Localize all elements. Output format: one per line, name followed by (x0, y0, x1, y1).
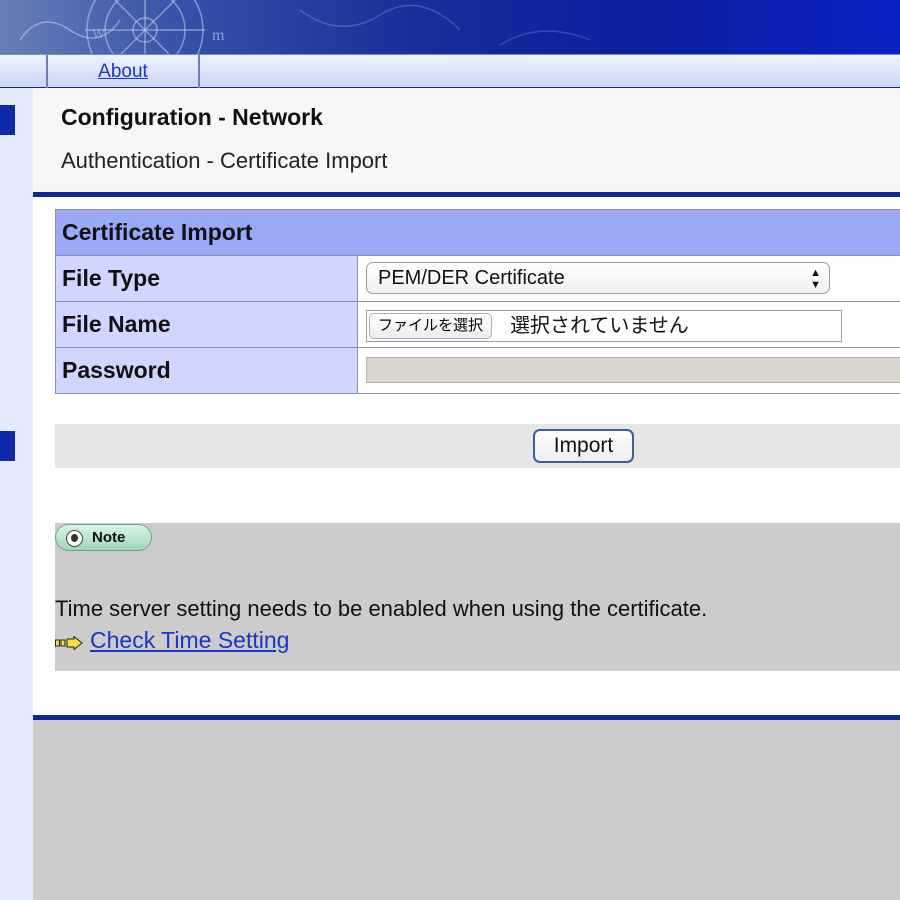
bottom-divider-rule (33, 715, 900, 720)
note-text: Time server setting needs to be enabled … (55, 596, 708, 621)
file-name-label: File Name (56, 302, 358, 347)
file-type-label: File Type (56, 256, 358, 301)
file-status-text: 選択されていません (510, 315, 689, 337)
form-row-password: Password (56, 347, 900, 393)
file-input[interactable]: ファイルを選択 選択されていません (366, 310, 842, 342)
lightbulb-icon (66, 530, 83, 547)
left-sidebar (0, 88, 33, 900)
form-row-file-type: File Type PEM/DER Certificate ▲ ▼ (56, 255, 900, 301)
file-type-select[interactable]: PEM/DER Certificate ▲ ▼ (366, 262, 830, 294)
check-time-setting-link[interactable]: Check Time Setting (90, 627, 289, 654)
main-area: Configuration - Network Authentication -… (33, 88, 900, 900)
svg-text:m: m (212, 27, 225, 44)
svg-text:W: W (92, 27, 106, 42)
password-field-cell (358, 348, 900, 393)
sidebar-marker (0, 431, 15, 461)
import-action-bar: Import (55, 424, 900, 468)
note-badge-label: Note (92, 529, 126, 546)
choose-file-button[interactable]: ファイルを選択 (369, 313, 493, 339)
password-label: Password (56, 348, 358, 393)
form-header: Certificate Import (56, 210, 900, 255)
file-name-field: ファイルを選択 選択されていません (358, 302, 900, 347)
arrow-right-icon (55, 636, 83, 650)
nav-link-about[interactable]: About (48, 55, 198, 88)
form-row-file-name: File Name ファイルを選択 選択されていません (56, 301, 900, 347)
title-area: Configuration - Network Authentication -… (33, 88, 900, 192)
note-box: Note Time server setting needs to be ena… (55, 523, 900, 671)
top-nav-bar: About (0, 54, 900, 88)
note-badge: Note (55, 524, 152, 551)
page-subtitle: Authentication - Certificate Import (61, 148, 388, 173)
updown-arrows-icon: ▲ ▼ (810, 267, 821, 291)
sidebar-marker (0, 105, 15, 135)
file-type-selected-value: PEM/DER Certificate (378, 267, 565, 289)
header-banner: m W (0, 0, 900, 54)
file-type-field: PEM/DER Certificate ▲ ▼ (358, 256, 900, 301)
content-panel: Configuration - Network Authentication -… (33, 88, 900, 720)
page-title: Configuration - Network (61, 104, 323, 130)
nav-divider (198, 55, 200, 88)
certificate-import-form: Certificate Import File Type PEM/DER Cer… (55, 209, 900, 394)
compass-logo-icon: m W (19, 0, 591, 54)
import-button[interactable]: Import (533, 429, 634, 463)
divider-rule (33, 192, 900, 197)
password-input[interactable] (366, 357, 900, 383)
